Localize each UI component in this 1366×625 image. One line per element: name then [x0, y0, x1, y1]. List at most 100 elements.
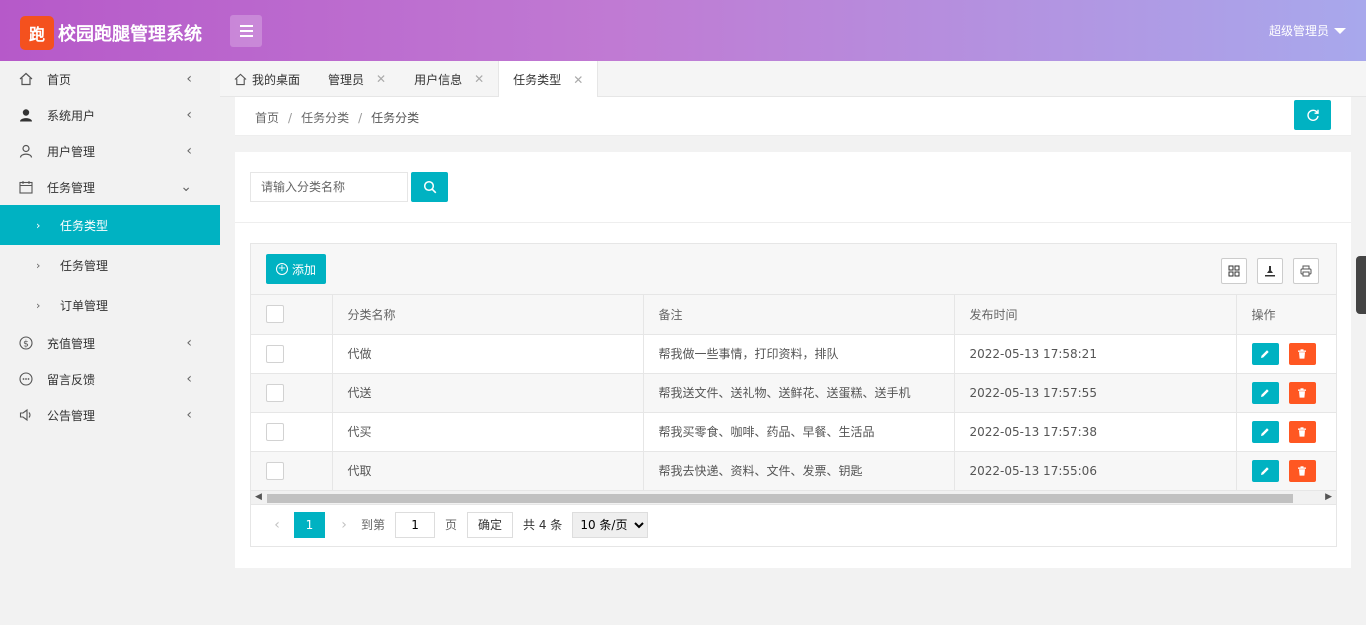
- sidebar-item-label: 首页: [47, 72, 72, 87]
- table-row: 代送 帮我送文件、送礼物、送鲜花、送蛋糕、送手机 2022-05-13 17:5…: [251, 373, 1337, 413]
- refresh-button[interactable]: [1294, 100, 1331, 130]
- sidebar-item-task-management[interactable]: 任务管理 ⌄: [0, 169, 220, 205]
- sidebar-item-announcement[interactable]: 公告管理 ‹: [0, 397, 220, 433]
- page-number-current[interactable]: 1: [294, 511, 325, 538]
- tab-task-type[interactable]: 任务类型 ✕: [498, 61, 599, 98]
- breadcrumb-level1[interactable]: 任务分类: [301, 111, 349, 125]
- user-menu[interactable]: 超级管理员: [1269, 22, 1346, 39]
- tab-admin[interactable]: 管理员 ✕: [314, 61, 400, 97]
- select-all-checkbox[interactable]: [266, 305, 284, 324]
- sidebar-subitem-order-manage[interactable]: › 订单管理: [0, 285, 220, 325]
- row-checkbox[interactable]: [266, 344, 284, 363]
- select-all-cell: [251, 295, 333, 335]
- sidebar-item-label: 任务管理: [47, 180, 96, 195]
- trash-icon: [1298, 465, 1306, 476]
- edit-button[interactable]: [1251, 381, 1279, 404]
- tab-label: 用户信息: [414, 72, 463, 87]
- remark-cell: 帮我送文件、送礼物、送鲜花、送蛋糕、送手机: [643, 373, 955, 413]
- user-name: 超级管理员: [1268, 24, 1329, 38]
- sidebar-item-label: 留言反馈: [47, 372, 96, 387]
- logo-icon: 跑: [20, 16, 54, 50]
- actions-cell: [1235, 451, 1337, 491]
- next-page-icon[interactable]: ›: [333, 517, 355, 533]
- column-header: 备注: [643, 295, 955, 335]
- main-card: + 添加 分类名称 备注 发布时间: [235, 152, 1351, 568]
- tab-label: 任务类型: [513, 73, 562, 87]
- row-checkbox[interactable]: [266, 422, 284, 441]
- sidebar-item-system-users[interactable]: 系统用户 ‹: [0, 97, 220, 133]
- goto-page-input[interactable]: [395, 511, 436, 538]
- menu-toggle-button[interactable]: [230, 15, 262, 47]
- sidebar-item-feedback[interactable]: 留言反馈 ‹: [0, 361, 220, 397]
- delete-button[interactable]: [1288, 342, 1316, 365]
- sidebar-item-home[interactable]: 首页 ‹: [0, 61, 220, 97]
- breadcrumb-home[interactable]: 首页: [255, 111, 279, 125]
- remark-cell: 帮我去快递、资料、文件、发票、钥匙: [643, 451, 955, 491]
- page-tabs: 我的桌面 管理员 ✕ 用户信息 ✕ 任务类型 ✕: [220, 61, 1366, 98]
- plus-circle-icon: +: [276, 263, 288, 275]
- scroll-left-icon[interactable]: ◀: [255, 492, 262, 502]
- publish-time-cell: 2022-05-13 17:57:55: [954, 373, 1237, 413]
- sidebar: 首页 ‹ 系统用户 ‹ 用户管理 ‹ 任务管理 ⌄ › 任务类型 › 任务管理 …: [0, 61, 220, 625]
- chevron-left-icon: ‹: [186, 407, 192, 423]
- row-checkbox[interactable]: [266, 461, 284, 480]
- pencil-icon: [1261, 427, 1269, 436]
- sidebar-item-recharge[interactable]: $ 充值管理 ‹: [0, 325, 220, 361]
- edit-button[interactable]: [1251, 342, 1279, 365]
- add-button[interactable]: + 添加: [266, 254, 327, 284]
- category-name-cell: 代做: [332, 334, 644, 374]
- search-form: [250, 172, 448, 202]
- table-row: 代做 帮我做一些事情，打印资料，排队 2022-05-13 17:58:21: [251, 334, 1337, 374]
- chevron-right-icon: ›: [36, 218, 41, 232]
- sidebar-item-label: 系统用户: [47, 108, 96, 123]
- category-name-cell: 代送: [332, 373, 644, 413]
- close-icon[interactable]: ✕: [573, 73, 583, 87]
- page-size-select[interactable]: 10 条/页: [572, 511, 649, 538]
- divider: [235, 222, 1351, 223]
- tab-label: 我的桌面: [252, 72, 301, 87]
- close-icon[interactable]: ✕: [474, 72, 484, 86]
- scrollbar-thumb[interactable]: [267, 493, 1293, 503]
- prev-page-icon[interactable]: ‹: [266, 517, 288, 533]
- export-button[interactable]: [1257, 258, 1283, 284]
- side-widget-handle[interactable]: [1356, 256, 1366, 314]
- dollar-icon: $: [18, 335, 34, 351]
- chevron-left-icon: ‹: [186, 143, 192, 159]
- app-title: 校园跑腿管理系统: [58, 24, 202, 45]
- horizontal-scrollbar[interactable]: ◀ ▶: [251, 490, 1336, 505]
- table-row: 代取 帮我去快递、资料、文件、发票、钥匙 2022-05-13 17:55:06: [251, 451, 1337, 491]
- task-type-table: 分类名称 备注 发布时间 操作 代做 帮我做一些事情，打印资料，排队 2022-…: [251, 295, 1337, 491]
- publish-time-cell: 2022-05-13 17:58:21: [954, 334, 1237, 374]
- column-header: 操作: [1235, 295, 1337, 335]
- delete-button[interactable]: [1288, 459, 1316, 482]
- category-name-cell: 代买: [332, 412, 644, 452]
- user-outline-icon: [18, 143, 34, 159]
- sidebar-subitem-label: 任务管理: [60, 258, 109, 273]
- tab-desktop[interactable]: 我的桌面: [220, 61, 314, 97]
- edit-button[interactable]: [1251, 420, 1279, 443]
- scroll-right-icon[interactable]: ▶: [1325, 492, 1332, 502]
- search-button[interactable]: [411, 172, 448, 202]
- edit-button[interactable]: [1251, 459, 1279, 482]
- search-input[interactable]: [250, 172, 408, 202]
- sidebar-subitem-task-manage[interactable]: › 任务管理: [0, 245, 220, 285]
- delete-button[interactable]: [1288, 420, 1316, 443]
- remark-cell: 帮我买零食、咖啡、药品、早餐、生活品: [643, 412, 955, 452]
- columns-filter-button[interactable]: [1221, 258, 1247, 284]
- print-button[interactable]: [1293, 258, 1319, 284]
- pagination: ‹ 1 › 到第 页 确定 共 4 条 10 条/页: [251, 505, 1336, 545]
- delete-button[interactable]: [1288, 381, 1316, 404]
- tab-user-info[interactable]: 用户信息 ✕: [400, 61, 498, 97]
- close-icon[interactable]: ✕: [376, 72, 386, 86]
- app-logo: 跑 校园跑腿管理系统: [20, 16, 202, 50]
- data-table: + 添加 分类名称 备注 发布时间 操作 代做 帮我做一些事情，打印资料，排队 …: [250, 243, 1337, 547]
- grid-icon: [1228, 265, 1240, 277]
- speaker-icon: [18, 407, 34, 423]
- goto-confirm-button[interactable]: 确定: [467, 511, 514, 538]
- row-checkbox[interactable]: [266, 383, 284, 402]
- sidebar-item-user-management[interactable]: 用户管理 ‹: [0, 133, 220, 169]
- trash-icon: [1298, 348, 1306, 359]
- home-icon: [18, 71, 34, 87]
- actions-cell: [1235, 334, 1337, 374]
- sidebar-subitem-task-type[interactable]: › 任务类型: [0, 205, 220, 245]
